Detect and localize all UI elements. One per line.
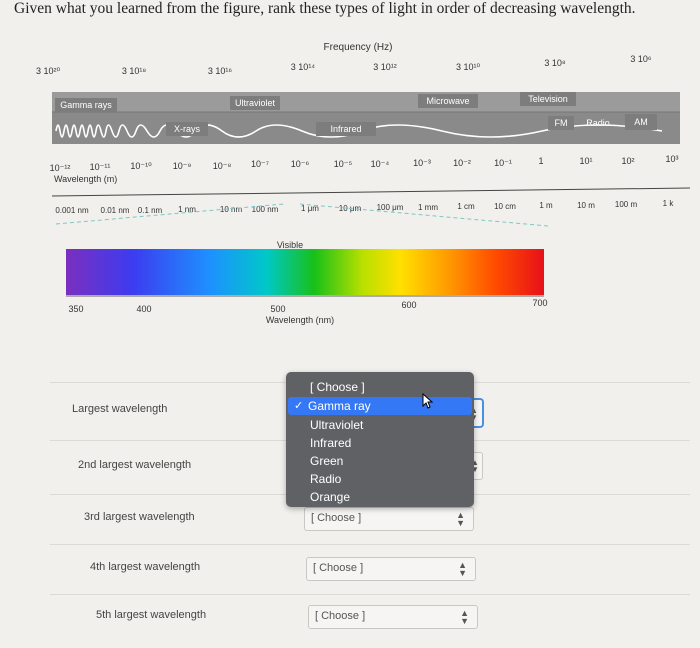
frequency-tick: 3 10²⁰ [36, 66, 61, 76]
option-label: Ultraviolet [310, 418, 364, 432]
checkmark-icon: ✓ [294, 400, 304, 412]
frequency-tick: 3 10¹⁴ [291, 62, 316, 72]
visible-label: Visible [277, 240, 303, 250]
unit-tick: 1 cm [457, 202, 475, 211]
unit-tick: 100 nm [252, 205, 279, 214]
unit-tick: 1 k [663, 199, 675, 208]
wavelength-tick: 10⁻¹¹ [90, 162, 111, 172]
question-text: Given what you learned from the figure, … [14, 0, 636, 17]
wavelength-tick: 10⁻⁴ [371, 159, 390, 169]
wavelength-tick: 10⁻³ [413, 158, 431, 168]
option-green[interactable]: Green [286, 452, 474, 470]
option-orange[interactable]: Orange [286, 488, 474, 506]
chevron-updown-icon: ▲▼ [458, 560, 467, 578]
wavelength-tick: 10³ [665, 154, 678, 164]
chevron-updown-icon: ▲▼ [460, 608, 469, 626]
unit-tick: 0.001 nm [55, 206, 89, 215]
select-dropdown-menu: [ Choose ] ✓ Gamma ray Ultraviolet Infrar… [286, 372, 474, 507]
unit-tick: 1 nm [178, 205, 196, 214]
option-ultraviolet[interactable]: Ultraviolet [286, 416, 474, 434]
ranking-row-5: 5th largest wavelength [ Choose ] ▲ ▼ [50, 594, 690, 647]
select-5th[interactable]: [ Choose ] ▲ ▼ [308, 605, 478, 629]
select-4th-value: [ Choose ] [313, 562, 364, 574]
spectrum-figure: Frequency (Hz) 3 10²⁰ 3 10¹⁸ 3 10¹⁶ 3 10… [36, 42, 691, 325]
row-label-5th: 5th largest wavelength [96, 609, 207, 621]
frequency-tick-labels: 3 10²⁰ 3 10¹⁸ 3 10¹⁶ 3 10¹⁴ 3 10¹² 3 10¹… [36, 54, 652, 76]
unit-tick: 0.01 nm [101, 206, 130, 215]
wavelength-tick: 10⁻¹² [50, 163, 71, 173]
ranking-row-4: 4th largest wavelength [ Choose ] ▲ ▼ [50, 544, 690, 597]
option-label: Gamma ray [308, 399, 371, 413]
gamma-rays-label: Gamma rays [60, 100, 112, 110]
zoom-line-left [55, 203, 285, 225]
option-label: Infrared [310, 436, 352, 450]
chevron-updown-icon: ▲▼ [456, 510, 465, 528]
unit-tick: 100 m [615, 200, 638, 209]
television-label: Television [528, 94, 568, 104]
xrays-label: X-rays [174, 124, 201, 134]
visible-tick: 700 [532, 298, 547, 308]
wavelength-tick: 10⁻² [453, 158, 471, 168]
wavelength-tick: 10⁻¹⁰ [130, 161, 152, 171]
wavelength-tick: 10¹ [579, 156, 592, 166]
option-infrared[interactable]: Infrared [286, 434, 474, 452]
unit-tick: 0.1 nm [138, 206, 163, 215]
frequency-tick: 3 10¹⁸ [122, 66, 147, 76]
wavelength-title: Wavelength (m) [54, 174, 117, 184]
select-5th-value: [ Choose ] [315, 610, 366, 622]
option-label: Green [310, 454, 344, 468]
infrared-label: Infrared [330, 124, 361, 134]
row-label-3rd: 3rd largest wavelength [84, 511, 195, 523]
option-label: [ Choose ] [310, 380, 365, 394]
visible-tick: 350 [68, 304, 83, 314]
wavelength-tick: 10⁻¹ [494, 158, 512, 168]
microwave-label: Microwave [426, 96, 469, 106]
option-radio[interactable]: Radio [286, 470, 474, 488]
select-4th[interactable]: [ Choose ] ▲ ▼ [306, 557, 476, 581]
frequency-tick: 3 10¹⁶ [208, 66, 233, 76]
unit-tick: 1 m [539, 201, 553, 210]
visible-axis-title: Wavelength (nm) [266, 315, 334, 325]
unit-tick: 10 m [577, 201, 595, 210]
ultraviolet-label: Ultraviolet [235, 98, 276, 108]
frequency-tick: 3 10⁶ [630, 54, 652, 64]
unit-tick: 10 cm [494, 202, 516, 211]
wavelength-tick: 10⁻⁹ [173, 161, 192, 171]
visible-tick: 400 [136, 304, 151, 314]
frequency-title: Frequency (Hz) [324, 42, 393, 53]
select-3rd[interactable]: [ Choose ] ▲ ▼ [304, 507, 474, 531]
radio-label: Radio [586, 118, 610, 128]
wavelength-tick: 10⁻⁷ [251, 159, 269, 169]
wavelength-tick: 10⁻⁵ [334, 159, 353, 169]
unit-tick: 100 μm [377, 203, 404, 212]
visible-spectrum-bar [66, 249, 544, 295]
option-label: Radio [310, 472, 342, 486]
wavelength-tick-labels: 10⁻¹² 10⁻¹¹ 10⁻¹⁰ 10⁻⁹ 10⁻⁸ 10⁻⁷ 10⁻⁶ 10… [50, 154, 679, 173]
wavelength-tick: 1 [538, 156, 543, 166]
option-gamma-ray[interactable]: ✓ Gamma ray [288, 397, 472, 415]
frequency-tick: 3 10¹² [373, 62, 397, 72]
wavelength-tick: 10⁻⁶ [291, 159, 310, 169]
visible-tick: 600 [401, 300, 416, 310]
visible-tick: 500 [270, 304, 285, 314]
select-3rd-value: [ Choose ] [311, 512, 362, 524]
option-label: Orange [310, 490, 351, 504]
frequency-tick: 3 10⁸ [544, 58, 566, 68]
unit-axis [51, 187, 691, 197]
unit-tick: 10 nm [220, 205, 243, 214]
wavelength-tick: 10² [621, 156, 634, 166]
unit-tick-labels: 0.001 nm 0.01 nm 0.1 nm 1 nm 10 nm 100 n… [55, 199, 674, 215]
option-choose[interactable]: [ Choose ] [286, 378, 474, 396]
row-label-4th: 4th largest wavelength [90, 561, 201, 573]
spectrum-band-top [52, 92, 680, 112]
am-label: AM [634, 117, 648, 127]
frequency-tick: 3 10¹⁰ [456, 62, 481, 72]
mouse-cursor-icon [422, 393, 434, 409]
unit-tick: 1 mm [418, 203, 438, 212]
row-label-2nd: 2nd largest wavelength [78, 459, 192, 471]
fm-label: FM [555, 118, 568, 128]
row-label-largest: Largest wavelength [72, 403, 168, 415]
wavelength-tick: 10⁻⁸ [213, 161, 232, 171]
